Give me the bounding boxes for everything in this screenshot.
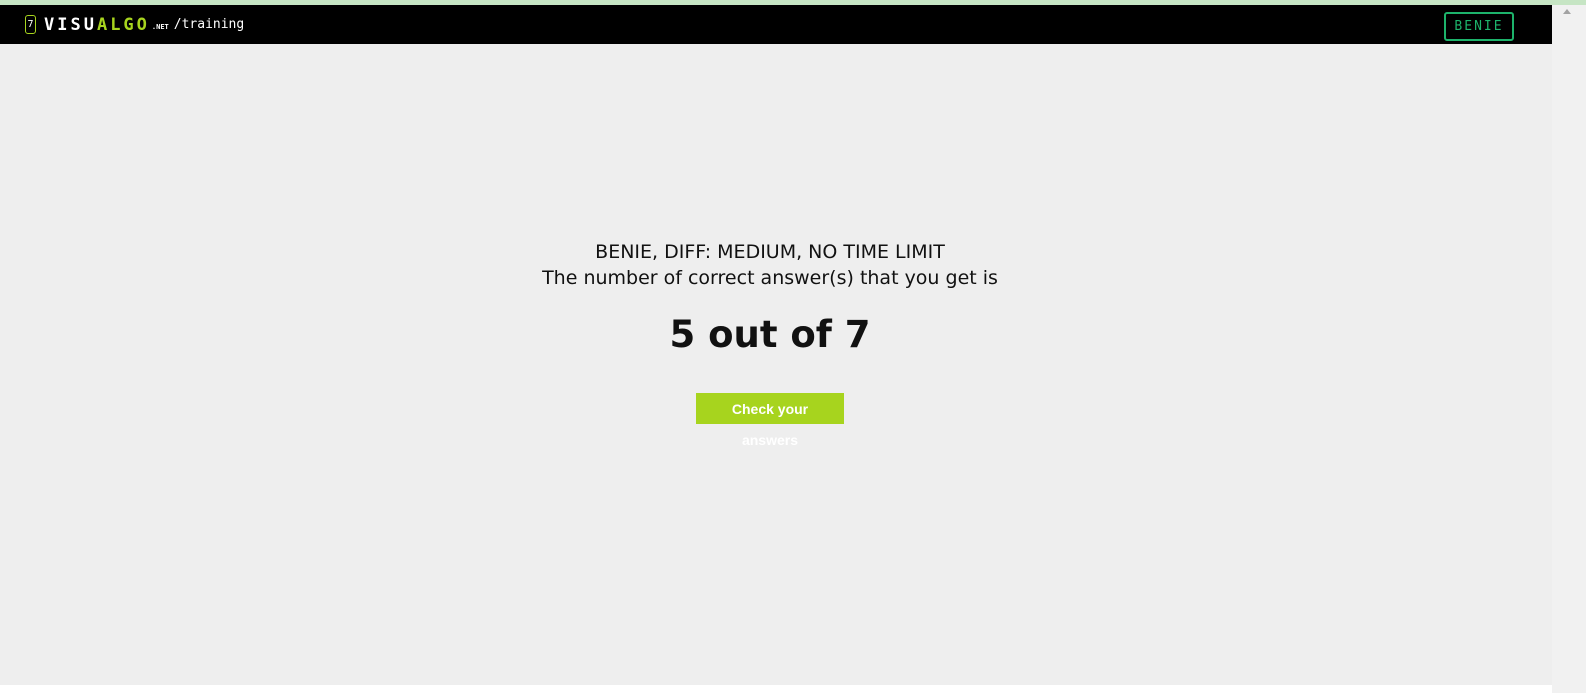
- scroll-up-arrow-icon[interactable]: [1563, 9, 1571, 14]
- bottom-strip: [0, 685, 1552, 693]
- navbar: 7 VISU ALGO .NET /training BENIE: [0, 5, 1552, 44]
- score-value: 5 out of 7: [669, 313, 871, 356]
- logo-badge-icon: 7: [25, 15, 36, 34]
- path-label: /training: [173, 17, 245, 32]
- logo-link[interactable]: 7 VISU ALGO .NET /training: [25, 5, 244, 44]
- scrollbar[interactable]: [1552, 5, 1586, 693]
- session-subtitle: BENIE, DIFF: MEDIUM, NO TIME LIMIT: [595, 241, 945, 263]
- logo-visu-text: VISU: [44, 14, 97, 35]
- result-message: The number of correct answer(s) that you…: [542, 267, 998, 289]
- check-answers-button[interactable]: Check your answers: [696, 393, 844, 448]
- results-panel: BENIE, DIFF: MEDIUM, NO TIME LIMIT The n…: [0, 239, 1540, 449]
- user-button[interactable]: BENIE: [1444, 12, 1514, 41]
- main-content: BENIE, DIFF: MEDIUM, NO TIME LIMIT The n…: [0, 44, 1552, 685]
- logo-net-text: .NET: [151, 23, 169, 31]
- logo-algo-text: ALGO: [96, 14, 150, 35]
